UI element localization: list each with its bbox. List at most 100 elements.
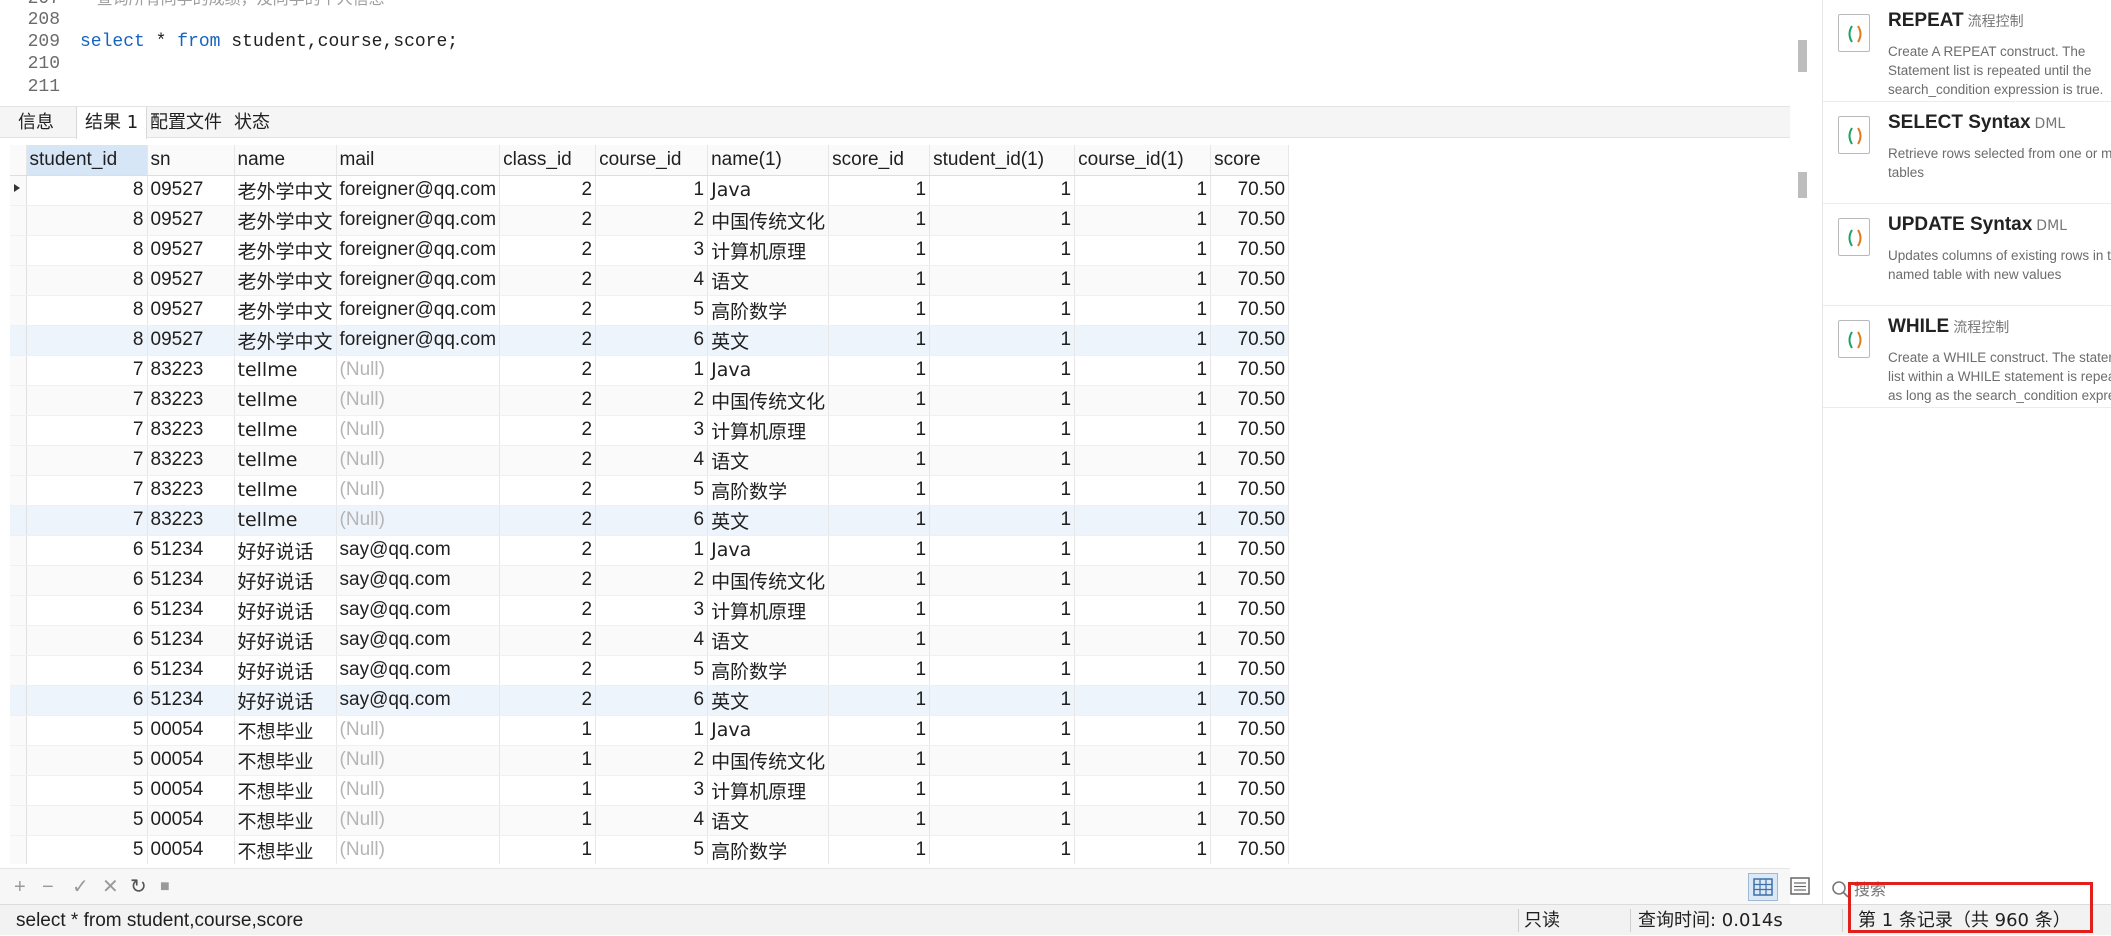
row-header[interactable]: [10, 595, 27, 626]
row-header[interactable]: [10, 685, 27, 716]
table-cell[interactable]: 中国传统文化: [707, 385, 830, 416]
table-cell[interactable]: 6: [595, 325, 709, 356]
table-cell[interactable]: 1: [929, 355, 1076, 386]
table-cell[interactable]: 英文: [707, 325, 830, 356]
table-cell[interactable]: 2: [595, 385, 709, 416]
table-cell[interactable]: 1: [1074, 475, 1212, 506]
table-cell[interactable]: 2: [499, 205, 597, 236]
table-cell[interactable]: 2: [499, 475, 597, 506]
table-cell[interactable]: 1: [929, 205, 1076, 236]
table-cell[interactable]: 3: [595, 595, 709, 626]
table-cell[interactable]: 00054: [147, 805, 235, 836]
stop-button[interactable]: ■: [160, 875, 170, 899]
snippet-card[interactable]: UPDATE Syntax DML Updates columns of exist…: [1823, 204, 2111, 306]
table-cell[interactable]: 1: [828, 205, 931, 236]
table-cell[interactable]: 1: [929, 535, 1076, 566]
editor-scrollbar-thumb[interactable]: [1798, 40, 1807, 72]
column-header[interactable]: course_id(1): [1074, 145, 1212, 176]
table-cell[interactable]: 70.50: [1210, 295, 1290, 326]
table-cell[interactable]: 83223: [147, 445, 235, 476]
add-record-button[interactable]: +: [14, 875, 26, 899]
table-cell[interactable]: 1: [828, 565, 931, 596]
row-header[interactable]: [10, 565, 27, 596]
delete-record-button[interactable]: −: [42, 875, 54, 899]
table-cell[interactable]: 1: [1074, 625, 1212, 656]
table-cell[interactable]: 语文: [707, 625, 830, 656]
table-cell[interactable]: 5: [595, 655, 709, 686]
table-cell[interactable]: 2: [499, 235, 597, 266]
row-header[interactable]: [10, 805, 27, 836]
table-cell[interactable]: 1: [828, 655, 931, 686]
table-cell[interactable]: (Null): [336, 445, 501, 476]
column-header[interactable]: student_id(1): [929, 145, 1076, 176]
table-cell[interactable]: 1: [1074, 685, 1212, 716]
table-cell[interactable]: 1: [929, 265, 1076, 296]
table-cell[interactable]: 83223: [147, 475, 235, 506]
table-cell[interactable]: 09527: [147, 295, 235, 326]
table-cell[interactable]: 1: [1074, 265, 1212, 296]
table-cell[interactable]: 2: [595, 565, 709, 596]
table-cell[interactable]: 6: [26, 535, 148, 566]
table-cell[interactable]: 1: [1074, 415, 1212, 446]
row-header[interactable]: [10, 355, 27, 386]
row-header[interactable]: [10, 235, 27, 266]
table-cell[interactable]: 1: [828, 745, 931, 776]
table-row[interactable]: 8 09527 老外学中文 foreigner@qq.com 2 5 高阶数学 1 1 1 70.5…: [10, 295, 1290, 326]
table-cell[interactable]: 3: [595, 235, 709, 266]
table-cell[interactable]: (Null): [336, 505, 501, 536]
table-cell[interactable]: 语文: [707, 805, 830, 836]
table-cell[interactable]: 1: [929, 745, 1076, 776]
table-cell[interactable]: 70.50: [1210, 745, 1290, 776]
table-cell[interactable]: 英文: [707, 505, 830, 536]
table-cell[interactable]: foreigner@qq.com: [336, 295, 501, 326]
table-cell[interactable]: Java: [707, 535, 830, 566]
table-cell[interactable]: 1: [929, 685, 1076, 716]
table-cell[interactable]: 8: [26, 265, 148, 296]
table-cell[interactable]: (Null): [336, 355, 501, 386]
table-cell[interactable]: 1: [828, 355, 931, 386]
table-row[interactable]: 5 00054 不想毕业 (Null) 1 4 语文 1 1 1 70.50: [10, 805, 1290, 836]
table-row[interactable]: 8 09527 老外学中文 foreigner@qq.com 2 1 Java 1 1 1 70.5…: [10, 175, 1290, 206]
table-cell[interactable]: 7: [26, 475, 148, 506]
table-cell[interactable]: 1: [1074, 835, 1212, 864]
table-cell[interactable]: 中国传统文化: [707, 745, 830, 776]
table-cell[interactable]: 1: [929, 655, 1076, 686]
table-row[interactable]: 8 09527 老外学中文 foreigner@qq.com 2 4 语文 1 1 1 70.50: [10, 265, 1290, 296]
column-header[interactable]: course_id: [595, 145, 709, 176]
table-cell[interactable]: 1: [499, 775, 597, 806]
row-header[interactable]: [10, 625, 27, 656]
table-cell[interactable]: 1: [929, 715, 1076, 746]
table-cell[interactable]: 计算机原理: [707, 415, 830, 446]
table-cell[interactable]: 老外学中文: [234, 205, 337, 236]
snippet-card[interactable]: SELECT Syntax DML Retrieve rows selected f…: [1823, 102, 2111, 204]
column-header[interactable]: mail: [336, 145, 501, 176]
table-cell[interactable]: 1: [828, 445, 931, 476]
table-cell[interactable]: 1: [929, 475, 1076, 506]
table-cell[interactable]: 09527: [147, 175, 235, 206]
table-cell[interactable]: 不想毕业: [234, 805, 337, 836]
table-cell[interactable]: foreigner@qq.com: [336, 265, 501, 296]
table-cell[interactable]: 70.50: [1210, 715, 1290, 746]
table-cell[interactable]: 6: [26, 685, 148, 716]
table-cell[interactable]: foreigner@qq.com: [336, 175, 501, 206]
table-cell[interactable]: say@qq.com: [336, 655, 501, 686]
table-cell[interactable]: 83223: [147, 505, 235, 536]
table-cell[interactable]: 1: [929, 595, 1076, 626]
table-cell[interactable]: 6: [26, 655, 148, 686]
table-cell[interactable]: (Null): [336, 805, 501, 836]
table-cell[interactable]: 1: [1074, 505, 1212, 536]
table-cell[interactable]: 不想毕业: [234, 715, 337, 746]
refresh-button[interactable]: ↻: [130, 875, 147, 899]
table-cell[interactable]: 1: [595, 715, 709, 746]
table-cell[interactable]: 4: [595, 805, 709, 836]
table-cell[interactable]: 83223: [147, 355, 235, 386]
table-cell[interactable]: 1: [929, 805, 1076, 836]
table-cell[interactable]: Java: [707, 715, 830, 746]
table-cell[interactable]: 4: [595, 265, 709, 296]
table-cell[interactable]: 1: [1074, 745, 1212, 776]
table-cell[interactable]: 2: [499, 325, 597, 356]
table-cell[interactable]: 70.50: [1210, 385, 1290, 416]
table-row[interactable]: 7 83223 tellme (Null) 2 4 语文 1 1 1 70.50: [10, 445, 1290, 476]
table-cell[interactable]: 5: [595, 835, 709, 864]
table-cell[interactable]: 1: [595, 175, 709, 206]
